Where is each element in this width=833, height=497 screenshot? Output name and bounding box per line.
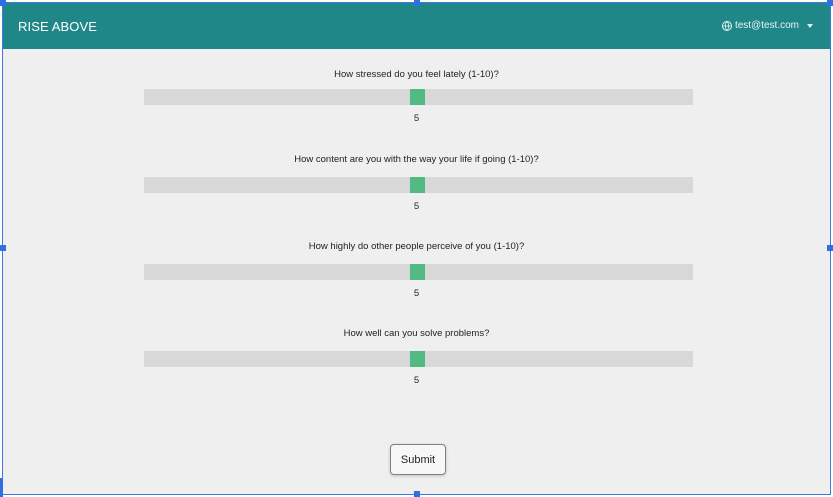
selection-handle-top-right[interactable]	[827, 0, 833, 6]
selection-handle-bottom-left[interactable]	[0, 478, 3, 497]
globe-icon	[721, 20, 732, 31]
question-1-value: 5	[413, 113, 420, 124]
selection-handle-bottom-middle[interactable]	[414, 491, 420, 497]
selection-handle-top-middle[interactable]	[414, 0, 420, 6]
question-1: How stressed do you feel lately (1-10)?	[3, 69, 830, 80]
submit-button[interactable]: Submit	[390, 444, 446, 475]
question-2: How content are you with the way your li…	[3, 154, 830, 165]
question-3-slider-thumb[interactable]	[410, 264, 425, 280]
selection-handle-middle-left[interactable]	[0, 245, 6, 251]
question-2-slider[interactable]	[144, 177, 693, 193]
question-2-value: 5	[413, 201, 420, 212]
question-4-slider-thumb[interactable]	[410, 351, 425, 367]
top-navbar: RISE ABOVE test@test.com	[3, 3, 830, 49]
selection-handle-middle-right[interactable]	[827, 245, 833, 251]
question-4: How well can you solve problems?	[3, 328, 830, 339]
question-3-label: How highly do other people perceive of y…	[308, 241, 525, 252]
question-1-label: How stressed do you feel lately (1-10)?	[334, 69, 499, 80]
user-menu[interactable]: test@test.com	[721, 20, 813, 31]
user-email: test@test.com	[734, 20, 799, 31]
question-3-slider[interactable]	[144, 264, 693, 280]
caret-down-icon	[807, 23, 813, 28]
question-1-slider-thumb[interactable]	[410, 89, 425, 105]
question-3-value: 5	[413, 288, 420, 299]
question-3: How highly do other people perceive of y…	[3, 241, 830, 252]
question-4-value: 5	[413, 375, 420, 386]
selection-handle-top-left[interactable]	[0, 0, 6, 6]
question-2-slider-thumb[interactable]	[410, 177, 425, 193]
question-4-slider[interactable]	[144, 351, 693, 367]
brand-title[interactable]: RISE ABOVE	[18, 19, 97, 34]
app-window: RISE ABOVE test@test.com How stressed do…	[2, 2, 831, 495]
question-2-label: How content are you with the way your li…	[294, 154, 539, 165]
question-1-slider[interactable]	[144, 89, 693, 105]
question-4-label: How well can you solve problems?	[343, 328, 490, 339]
